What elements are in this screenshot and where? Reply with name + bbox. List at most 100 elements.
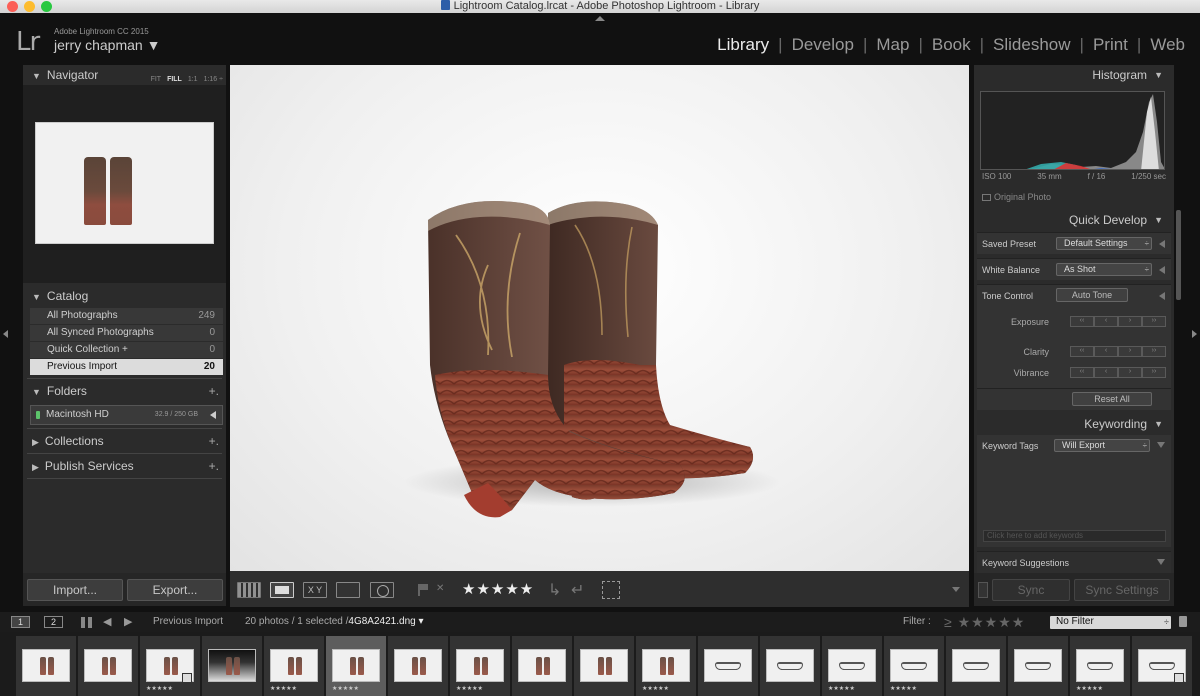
catalog-header[interactable]: ▼ Catalog bbox=[23, 286, 226, 306]
filmstrip-thumbnail[interactable] bbox=[16, 636, 76, 696]
sync-button[interactable]: Sync bbox=[992, 579, 1070, 601]
keyword-tags-menu-icon[interactable] bbox=[1157, 442, 1165, 448]
filmstrip-status[interactable]: 20 photos / 1 selected /4G8A2421.dng ▾ bbox=[245, 612, 423, 632]
filmstrip-thumbnail[interactable]: ★★★★★ bbox=[140, 636, 200, 696]
keyword-tags-select[interactable]: Will Export bbox=[1054, 439, 1150, 452]
develop-badge-icon[interactable] bbox=[1174, 673, 1184, 683]
module-map[interactable]: Map bbox=[867, 35, 918, 55]
filmstrip-thumbnail[interactable]: ★★★★★ bbox=[1070, 636, 1130, 696]
keyword-suggestions-header[interactable]: Keyword Suggestions bbox=[977, 551, 1171, 573]
filmstrip-thumbnail[interactable]: ★★★★★ bbox=[822, 636, 882, 696]
left-panel-toggle[interactable] bbox=[3, 330, 8, 338]
back-arrow-icon[interactable]: ◀ bbox=[103, 612, 111, 632]
close-window-button[interactable] bbox=[7, 1, 18, 12]
filmstrip-thumbnail[interactable]: ★★★★★ bbox=[884, 636, 944, 696]
filter-star-rating[interactable]: ≥ ★★★★★ bbox=[944, 612, 1025, 632]
reset-all-button[interactable]: Reset All bbox=[1072, 392, 1152, 406]
navigator-header[interactable]: ▼ Navigator FIT FILL 1:1 1:16 ÷ bbox=[23, 65, 226, 85]
filmstrip-thumbnail[interactable] bbox=[202, 636, 262, 696]
expand-triangle-icon[interactable] bbox=[1159, 292, 1165, 300]
import-button[interactable]: Import... bbox=[27, 579, 123, 601]
catalog-quick-collection[interactable]: Quick Collection +0 bbox=[30, 342, 223, 358]
filmstrip-thumbnail[interactable] bbox=[698, 636, 758, 696]
histogram-header[interactable]: Histogram ▼ bbox=[974, 65, 1171, 85]
collections-header[interactable]: ▶ Collections +. bbox=[23, 431, 226, 451]
filmstrip-thumbnail[interactable]: ★★★★★ bbox=[326, 636, 386, 696]
keyword-input[interactable]: Click here to add keywords bbox=[983, 530, 1166, 542]
add-publish-service-button[interactable]: +. bbox=[209, 456, 219, 476]
filmstrip-thumbnail[interactable] bbox=[512, 636, 572, 696]
quick-develop-header[interactable]: Quick Develop ▼ bbox=[974, 210, 1171, 230]
original-photo-checkbox[interactable]: Original Photo bbox=[982, 192, 1051, 202]
catalog-all-synced[interactable]: All Synced Photographs 0 bbox=[30, 325, 223, 341]
toolbar-content-menu-icon[interactable] bbox=[952, 587, 960, 592]
grid-icon[interactable] bbox=[81, 617, 92, 628]
expand-triangle-icon[interactable] bbox=[1159, 266, 1165, 274]
saved-preset-select[interactable]: Default Settings bbox=[1056, 237, 1152, 250]
filmstrip-thumbnail[interactable]: ★★★★★ bbox=[264, 636, 324, 696]
filmstrip-thumbnail[interactable] bbox=[946, 636, 1006, 696]
flag-icon[interactable] bbox=[418, 584, 428, 596]
forward-arrow-icon[interactable]: ▶ bbox=[124, 612, 132, 632]
loupe-view-icon[interactable] bbox=[270, 582, 294, 598]
rotate-right-icon[interactable]: ↵ bbox=[571, 580, 584, 600]
add-folder-button[interactable]: +. bbox=[209, 381, 219, 401]
crop-overlay-icon[interactable] bbox=[602, 581, 620, 599]
module-develop[interactable]: Develop bbox=[783, 35, 863, 55]
develop-badge-icon[interactable] bbox=[182, 673, 192, 683]
filmstrip-thumbnail[interactable] bbox=[1008, 636, 1068, 696]
filmstrip-thumbnail[interactable]: ★★★★★ bbox=[450, 636, 510, 696]
right-panel-toggle[interactable] bbox=[1192, 330, 1197, 338]
filmstrip-source[interactable]: Previous Import bbox=[153, 612, 223, 632]
volume-macintosh-hd[interactable]: Macintosh HD 32.9 / 250 GB bbox=[30, 405, 223, 425]
minimize-window-button[interactable] bbox=[24, 1, 35, 12]
filmstrip-thumbnail[interactable] bbox=[1132, 636, 1192, 696]
grid-view-icon[interactable] bbox=[237, 582, 261, 598]
rotate-left-icon[interactable]: ↳ bbox=[548, 580, 561, 600]
top-panel-toggle[interactable] bbox=[595, 16, 605, 21]
catalog-previous-import[interactable]: Previous Import 20 bbox=[30, 359, 223, 375]
secondary-window-button[interactable]: 2 bbox=[44, 616, 63, 628]
filmstrip-thumbnail[interactable] bbox=[574, 636, 634, 696]
filmstrip-thumbnail[interactable] bbox=[760, 636, 820, 696]
filmstrip-thumbnail[interactable] bbox=[78, 636, 138, 696]
survey-view-icon[interactable] bbox=[336, 582, 360, 598]
vibrance-steppers[interactable]: ‹‹ ‹ › ›› bbox=[1070, 367, 1166, 378]
clarity-steppers[interactable]: ‹‹ ‹ › ›› bbox=[1070, 346, 1166, 357]
compare-view-icon[interactable]: X Y bbox=[303, 582, 327, 598]
catalog-all-photographs[interactable]: All Photographs 249 bbox=[30, 308, 223, 324]
histogram-graph[interactable] bbox=[980, 91, 1165, 170]
right-panel-scrollbar[interactable] bbox=[1176, 210, 1181, 300]
filmstrip-thumbnail[interactable]: ★★★★★ bbox=[636, 636, 696, 696]
loupe-view[interactable] bbox=[230, 65, 969, 571]
star-rating[interactable]: ★★★★★ bbox=[462, 580, 534, 598]
exposure-steppers[interactable]: ‹‹ ‹ › ›› bbox=[1070, 316, 1166, 327]
folders-header[interactable]: ▼ Folders +. bbox=[23, 381, 226, 401]
keywording-header[interactable]: Keywording ▼ bbox=[974, 414, 1171, 434]
filter-preset-select[interactable]: No Filter bbox=[1050, 616, 1171, 629]
reject-flag-icon[interactable]: ✕ bbox=[436, 583, 444, 594]
white-balance-select[interactable]: As Shot bbox=[1056, 263, 1152, 276]
volume-expand-icon[interactable] bbox=[210, 411, 216, 419]
export-button[interactable]: Export... bbox=[127, 579, 223, 601]
module-slideshow[interactable]: Slideshow bbox=[984, 35, 1080, 55]
boot-shape bbox=[660, 657, 666, 675]
module-web[interactable]: Web bbox=[1141, 35, 1194, 55]
sync-settings-button[interactable]: Sync Settings bbox=[1074, 579, 1170, 601]
people-view-icon[interactable] bbox=[370, 582, 394, 598]
main-window-button[interactable]: 1 bbox=[11, 616, 30, 628]
user-name-menu[interactable]: jerry chapman ▼ bbox=[54, 37, 160, 53]
module-book[interactable]: Book bbox=[923, 35, 980, 55]
module-print[interactable]: Print bbox=[1084, 35, 1137, 55]
shutter-speed: 1/250 sec bbox=[1131, 172, 1166, 181]
filmstrip-thumbnail[interactable] bbox=[388, 636, 448, 696]
module-library[interactable]: Library bbox=[708, 35, 778, 55]
navigator-preview[interactable] bbox=[35, 122, 214, 244]
filter-lock-icon[interactable] bbox=[1179, 616, 1187, 627]
auto-tone-button[interactable]: Auto Tone bbox=[1056, 288, 1128, 302]
publish-services-header[interactable]: ▶ Publish Services +. bbox=[23, 456, 226, 476]
maximize-window-button[interactable] bbox=[41, 1, 52, 12]
add-collection-button[interactable]: +. bbox=[209, 431, 219, 451]
auto-sync-switch[interactable] bbox=[978, 582, 988, 598]
expand-triangle-icon[interactable] bbox=[1159, 240, 1165, 248]
